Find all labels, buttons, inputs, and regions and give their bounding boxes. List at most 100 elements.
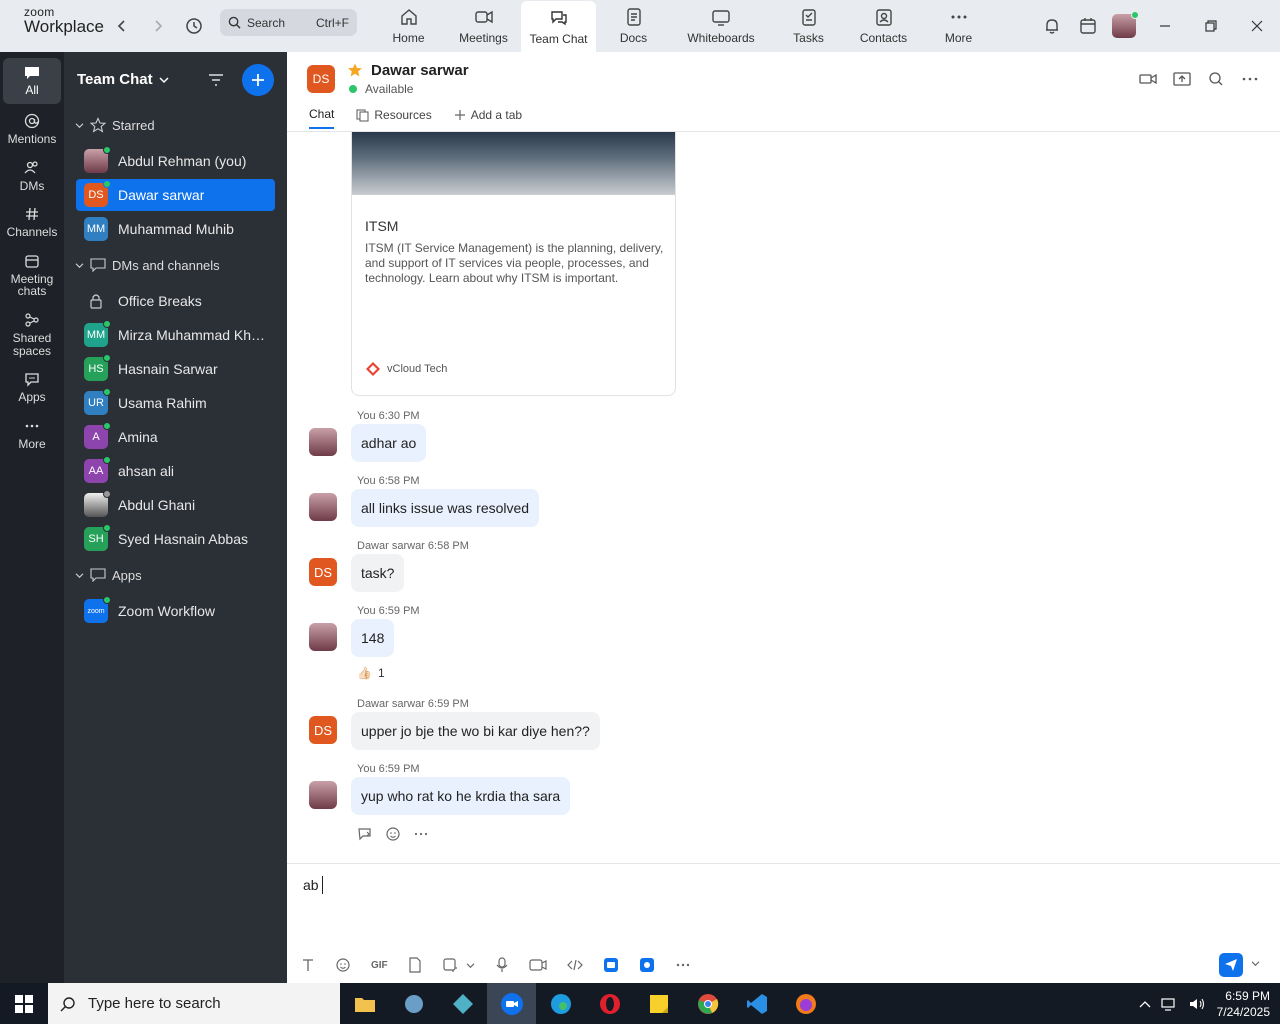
star-filled-icon[interactable]: [347, 62, 363, 78]
message-input[interactable]: ab: [303, 876, 323, 894]
app-integration-icon[interactable]: [603, 957, 619, 973]
tab-docs[interactable]: Docs: [596, 0, 671, 52]
rail-apps[interactable]: Apps: [3, 366, 61, 409]
tab-home[interactable]: Home: [371, 0, 446, 52]
video-call-button[interactable]: [1138, 70, 1158, 88]
link-preview-card[interactable]: ITSM ITSM (IT Service Management) is the…: [351, 132, 676, 396]
history-button[interactable]: [176, 0, 212, 52]
code-snippet-icon[interactable]: [566, 958, 583, 972]
sidebar-item-zoom-workflow[interactable]: zoom Zoom Workflow: [76, 595, 275, 627]
sidebar-item-syed-hasnain-abbas[interactable]: SH Syed Hasnain Abbas: [76, 523, 275, 555]
sidebar-item-mirza-muhammad-khurram[interactable]: MM Mirza Muhammad Khurram: [76, 319, 275, 351]
chat-avatar[interactable]: DS: [307, 65, 335, 93]
taskbar-sticky-notes[interactable]: [634, 983, 683, 1024]
rail-dms[interactable]: DMs: [3, 155, 61, 198]
section-starred[interactable]: Starred: [64, 107, 287, 143]
chevron-up-icon[interactable]: [1139, 1000, 1151, 1008]
reaction-badge[interactable]: 👍🏻 1: [357, 666, 385, 680]
message-bubble[interactable]: 148: [351, 619, 395, 657]
attach-file-icon[interactable]: [408, 957, 422, 973]
rail-meeting-chats[interactable]: Meeting chats: [3, 248, 61, 303]
filter-icon[interactable]: [208, 73, 224, 87]
title-bar-right: [1034, 0, 1280, 52]
close-button[interactable]: [1234, 4, 1280, 48]
reply-icon[interactable]: [357, 826, 373, 842]
message-bubble[interactable]: adhar ao: [351, 424, 427, 462]
gif-button[interactable]: GIF: [371, 960, 388, 971]
tab-meetings[interactable]: Meetings: [446, 0, 521, 52]
taskbar-firefox[interactable]: [781, 983, 830, 1024]
more-dots-icon[interactable]: [675, 957, 691, 973]
profile-avatar[interactable]: [1106, 0, 1142, 52]
sidebar-item-muhammad-muhib[interactable]: MM Muhammad Muhib: [76, 213, 275, 245]
sidebar-item-abdul-rehman[interactable]: Abdul Rehman (you): [76, 145, 275, 177]
sidebar-item-usama-rahim[interactable]: UR Usama Rahim: [76, 387, 275, 419]
send-button[interactable]: [1219, 953, 1243, 977]
screenshot-icon[interactable]: [442, 957, 458, 973]
tab-whiteboards[interactable]: Whiteboards: [671, 0, 771, 52]
microphone-icon[interactable]: [495, 957, 509, 973]
back-button[interactable]: [104, 0, 140, 52]
tab-add-a-tab[interactable]: Add a tab: [454, 107, 522, 129]
taskbar-file-explorer[interactable]: [340, 983, 389, 1024]
rail-more[interactable]: More: [3, 413, 61, 456]
sidebar-item-label: Mirza Muhammad Khurram: [118, 327, 268, 343]
app-integration-icon-2[interactable]: [639, 957, 655, 973]
rail-channels[interactable]: Channels: [3, 201, 61, 244]
share-screen-button[interactable]: [1172, 70, 1192, 88]
taskbar-app[interactable]: [389, 983, 438, 1024]
message-bubble[interactable]: yup who rat ko he krdia tha sara: [351, 777, 571, 815]
chat-title[interactable]: Dawar sarwar: [371, 62, 469, 79]
minimize-button[interactable]: [1142, 4, 1188, 48]
taskbar-search[interactable]: Type here to search: [48, 983, 340, 1024]
sidebar-item-dawar-sarwar[interactable]: DS Dawar sarwar: [76, 179, 275, 211]
message-bubble[interactable]: task?: [351, 554, 405, 592]
network-icon[interactable]: [1161, 997, 1179, 1011]
tab-tasks[interactable]: Tasks: [771, 0, 846, 52]
more-dots-icon[interactable]: [413, 826, 429, 842]
tab-contacts[interactable]: Contacts: [846, 0, 921, 52]
sidebar-item-office-breaks[interactable]: Office Breaks: [76, 285, 275, 317]
chevron-down-icon[interactable]: [159, 76, 169, 84]
rail-shared-spaces[interactable]: Shared spaces: [3, 307, 61, 362]
taskbar-edge[interactable]: [536, 983, 585, 1024]
message-list[interactable]: ITSM ITSM (IT Service Management) is the…: [287, 132, 1280, 863]
chat-search-button[interactable]: [1206, 70, 1226, 88]
restore-button[interactable]: [1188, 4, 1234, 48]
chat-more-button[interactable]: [1240, 70, 1260, 88]
sidebar-item-hasnain-sarwar[interactable]: HS Hasnain Sarwar: [76, 353, 275, 385]
message-bubble[interactable]: upper jo bje the wo bi kar diye hen??: [351, 712, 600, 750]
tab-chat[interactable]: Chat: [309, 107, 335, 129]
taskbar-chrome[interactable]: [683, 983, 732, 1024]
sidebar-title[interactable]: Team Chat: [77, 71, 153, 88]
start-button[interactable]: [0, 994, 48, 1013]
notifications-button[interactable]: [1034, 0, 1070, 52]
sidebar-item-ahsan-ali[interactable]: AA ahsan ali: [76, 455, 275, 487]
taskbar-vscode[interactable]: [732, 983, 781, 1024]
rail-all[interactable]: All: [3, 58, 61, 104]
taskbar-opera[interactable]: [585, 983, 634, 1024]
emoji-icon[interactable]: [335, 957, 351, 973]
add-reaction-icon[interactable]: [385, 826, 401, 842]
forward-button[interactable]: [140, 0, 176, 52]
tab-more[interactable]: More: [921, 0, 996, 52]
rail-mentions[interactable]: Mentions: [3, 108, 61, 151]
tab-resources[interactable]: Resources: [356, 107, 432, 129]
format-text-icon[interactable]: [301, 958, 315, 972]
chevron-down-icon[interactable]: [1251, 960, 1260, 967]
taskbar-zoom[interactable]: [487, 983, 536, 1024]
tab-team-chat[interactable]: Team Chat: [521, 1, 596, 52]
search-box[interactable]: Search Ctrl+F: [220, 9, 357, 36]
new-chat-button[interactable]: [242, 63, 274, 96]
volume-icon[interactable]: [1189, 997, 1207, 1011]
calendar-button[interactable]: [1070, 0, 1106, 52]
section-apps[interactable]: Apps: [64, 557, 287, 593]
video-message-icon[interactable]: [529, 958, 547, 972]
section-dms-channels[interactable]: DMs and channels: [64, 247, 287, 283]
chevron-down-icon[interactable]: [466, 962, 475, 969]
sidebar-item-amina[interactable]: A Amina: [76, 421, 275, 453]
message-bubble[interactable]: all links issue was resolved: [351, 489, 540, 527]
taskbar-app-2[interactable]: [438, 983, 487, 1024]
taskbar-clock[interactable]: 6:59 PM 7/24/2025: [1217, 988, 1270, 1020]
sidebar-item-abdul-ghani[interactable]: Abdul Ghani: [76, 489, 275, 521]
